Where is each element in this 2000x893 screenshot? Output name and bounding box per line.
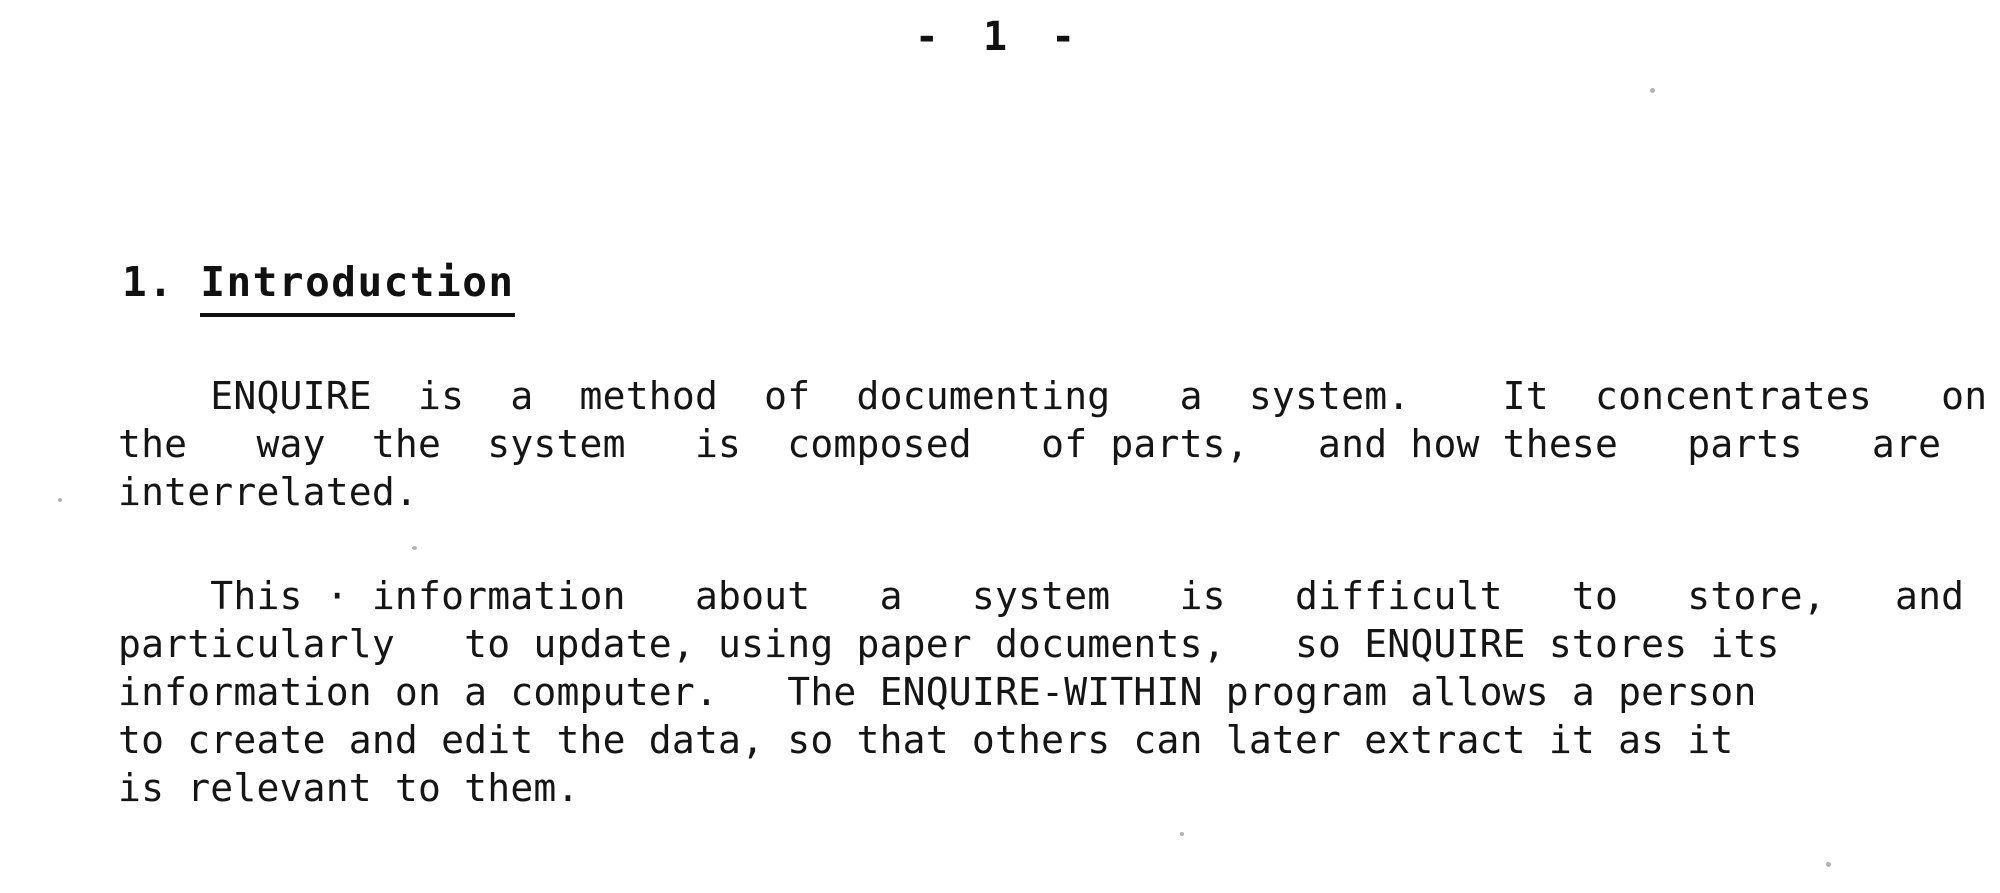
paragraph-line: information on a computer. The ENQUIRE-W…	[118, 670, 1757, 714]
paragraph-line: ENQUIRE is a method of documenting a sys…	[118, 374, 1988, 418]
scan-speck	[1650, 88, 1655, 93]
section-heading: 1. Introduction	[122, 258, 515, 317]
paragraph-intro: ENQUIRE is a method of documenting a sys…	[118, 372, 1988, 516]
paragraph-storage: This · information about a system is dif…	[118, 572, 1965, 812]
paragraph-line: This · information about a system is dif…	[118, 574, 1965, 618]
page-number-header: - 1 -	[914, 14, 1086, 60]
section-number: 1.	[122, 258, 175, 306]
section-title: Introduction	[200, 258, 515, 317]
paragraph-line: particularly to update, using paper docu…	[118, 622, 1780, 666]
scan-speck	[1180, 832, 1184, 836]
paragraph-line: the way the system is composed of parts,…	[118, 422, 1942, 466]
scanned-document-page: - 1 - 1. Introduction ENQUIRE is a method…	[0, 0, 2000, 893]
paragraph-line: to create and edit the data, so that oth…	[118, 718, 1734, 762]
scan-speck	[58, 498, 62, 502]
paragraph-line: interrelated.	[118, 470, 419, 514]
scan-speck	[1826, 862, 1831, 867]
scan-speck	[412, 546, 417, 550]
paragraph-line: is relevant to them.	[118, 766, 580, 810]
